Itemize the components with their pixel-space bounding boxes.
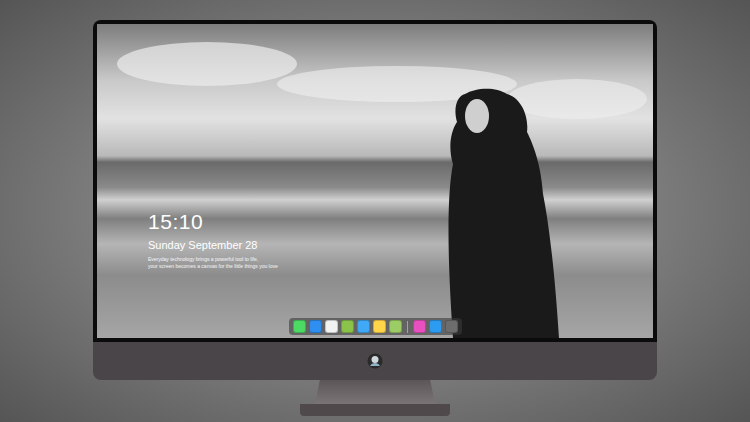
date: Sunday September 28 <box>148 238 278 252</box>
dock-app-icon[interactable] <box>309 320 322 333</box>
monitor-base <box>300 404 450 416</box>
wallpaper-photo <box>97 24 653 338</box>
dock-app-icon[interactable] <box>389 320 402 333</box>
monitor: 15:10 Sunday September 28 Everyday techn… <box>93 20 657 416</box>
dock-app-icon[interactable] <box>293 320 306 333</box>
dock-app-icon[interactable] <box>357 320 370 333</box>
dock <box>289 318 462 335</box>
clock: 15:10 <box>148 210 278 234</box>
caption-line: your screen becomes a canvas for the lit… <box>148 263 278 270</box>
monitor-chin <box>93 342 657 380</box>
dock-app-icon[interactable] <box>445 320 458 333</box>
dock-app-icon[interactable] <box>429 320 442 333</box>
screen: 15:10 Sunday September 28 Everyday techn… <box>97 24 653 338</box>
caption-line: Everyday technology brings a powerful to… <box>148 256 278 263</box>
screen-bezel: 15:10 Sunday September 28 Everyday techn… <box>93 20 657 342</box>
dock-app-icon[interactable] <box>341 320 354 333</box>
dock-separator <box>407 321 408 333</box>
dock-app-icon[interactable] <box>373 320 386 333</box>
monitor-stand <box>315 380 435 404</box>
logo-icon <box>367 353 383 369</box>
dock-app-icon[interactable] <box>413 320 426 333</box>
caption: Everyday technology brings a powerful to… <box>148 256 278 270</box>
dock-app-icon[interactable] <box>325 320 338 333</box>
